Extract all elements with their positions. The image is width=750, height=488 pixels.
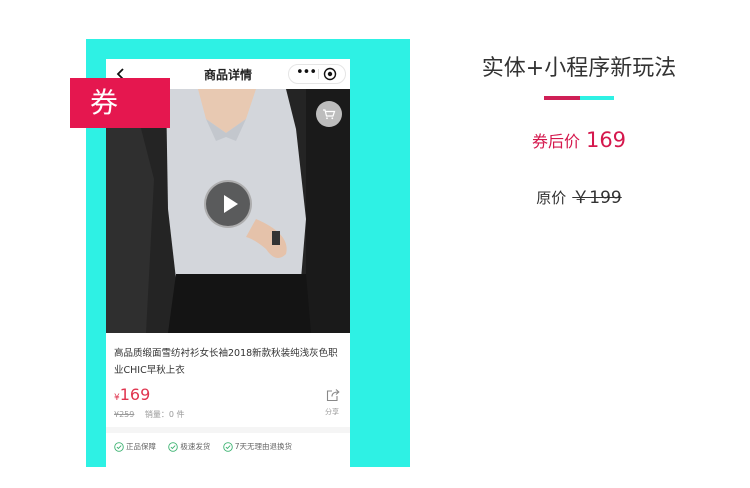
accent-divider-cyan [580, 96, 614, 100]
guarantee-label: 正品保障 [126, 442, 156, 451]
promo-original-price: 原价 ￥199 [468, 183, 690, 208]
close-circle-icon[interactable] [323, 67, 337, 81]
capsule-menu: ••• [288, 64, 346, 84]
accent-divider [544, 96, 614, 100]
check-circle-icon [223, 442, 233, 452]
accent-divider-red [544, 96, 580, 100]
product-price: 169 [119, 385, 151, 404]
sales-count: 销量：0 件 [144, 410, 185, 419]
product-title: 高品质缎面雪纺衬衫女长袖2018新款秋装纯浅灰色职业CHIC早秋上衣 [114, 348, 338, 376]
after-coupon-price: 券后价 169 [468, 128, 690, 152]
after-coupon-value: 169 [585, 128, 627, 152]
guarantee-list: 正品保障 极速发货 7天无理由退换货 [114, 441, 302, 452]
guarantee-label: 极速发货 [180, 442, 211, 451]
coupon-tag: 券 [70, 78, 170, 128]
share-icon [326, 389, 340, 402]
original-price: ¥259 [114, 410, 135, 419]
check-circle-icon [114, 442, 124, 452]
guarantee-item: 正品保障 [114, 441, 156, 452]
price-row: ¥169 [114, 385, 150, 404]
cart-icon[interactable] [316, 101, 342, 127]
share-label: 分享 [325, 408, 339, 416]
after-coupon-label: 券后价 [531, 132, 580, 151]
original-price-value: ￥199 [572, 188, 622, 208]
section-divider [106, 427, 350, 433]
capsule-divider [318, 69, 319, 79]
play-icon[interactable] [204, 180, 252, 228]
product-meta: ¥259 销量：0 件 [114, 409, 185, 420]
share-button[interactable]: 分享 [324, 387, 342, 417]
check-circle-icon [168, 442, 179, 452]
promo-headline: 实体+小程序新玩法 [481, 56, 677, 81]
guarantee-item: 极速发货 [168, 441, 210, 452]
more-icon[interactable]: ••• [295, 65, 317, 83]
guarantee-label: 7天无理由退换货 [234, 442, 293, 451]
guarantee-item: 7天无理由退换货 [223, 441, 292, 452]
original-price-label: 原价 [536, 189, 567, 207]
